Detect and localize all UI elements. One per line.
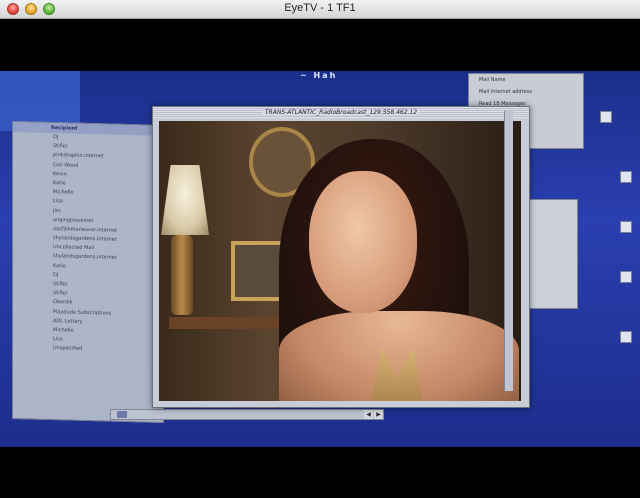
video-top-logo: ~ Hah: [300, 71, 338, 80]
video-person-face: [309, 171, 417, 313]
scrollbar-thumb: [117, 411, 127, 418]
video-horizontal-scrollbar: ◀ ▶: [110, 409, 384, 420]
tv-video-frame[interactable]: ~ Hah Mail Name Mail Internet address Re…: [0, 71, 640, 447]
video-lamp-shade: [161, 165, 209, 235]
video-right-panel-item: Mail Name: [479, 77, 506, 83]
desktop-file-icon: [600, 111, 612, 123]
video-right-panel-item: Mail Internet address: [479, 89, 532, 95]
video-background-window: [528, 199, 578, 309]
title-bar: EyeTV - 1 TF1: [0, 0, 640, 19]
video-shelf: [169, 317, 289, 329]
scroll-right-arrow-icon: ▶: [374, 410, 383, 419]
video-vertical-scrollbar: [504, 111, 513, 391]
broadcast-window-title: TRANS-ATLANTIC_RadioBroadcast_129.558.46…: [261, 109, 421, 116]
scroll-left-arrow-icon: ◀: [364, 410, 373, 419]
desktop-file-icon: [620, 221, 632, 233]
broadcast-window-titlebar: TRANS-ATLANTIC_RadioBroadcast_129.558.46…: [153, 107, 529, 118]
window-title: EyeTV - 1 TF1: [284, 2, 356, 14]
video-mail-list-window: Recipient DJ Stifler pinkdrapkin.interne…: [12, 121, 164, 423]
desktop-file-icon: [620, 171, 632, 183]
desktop-file-icon: [620, 331, 632, 343]
broadcast-video-image: [159, 121, 521, 401]
video-broadcast-window: TRANS-ATLANTIC_RadioBroadcast_129.558.46…: [152, 106, 530, 408]
desktop-file-icon: [620, 271, 632, 283]
video-lamp-base: [171, 235, 193, 315]
